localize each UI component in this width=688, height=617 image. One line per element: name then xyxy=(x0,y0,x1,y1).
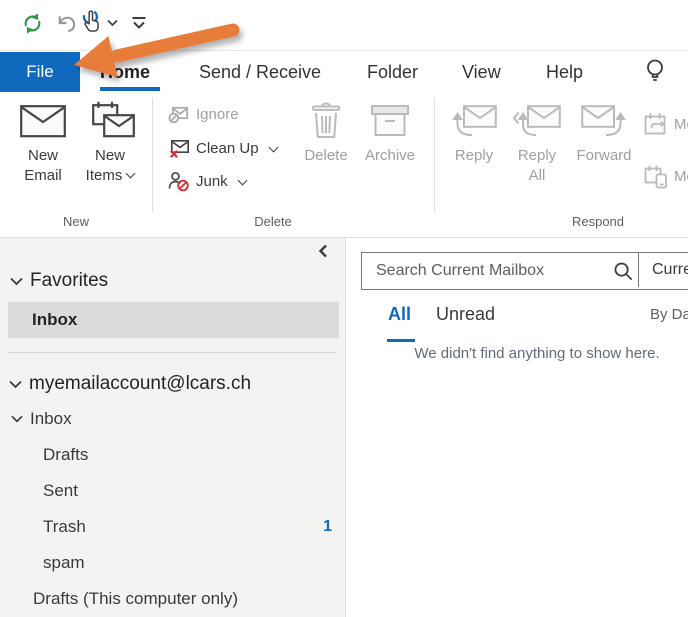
tab-file[interactable]: File xyxy=(0,52,80,92)
send-receive-sync-icon[interactable] xyxy=(21,12,44,35)
junk-dropdown-chevron-icon xyxy=(237,175,247,185)
folder-sent-label: Sent xyxy=(43,481,78,501)
chevron-down-icon xyxy=(11,415,23,423)
account-header[interactable]: myemailaccount@lcars.ch xyxy=(9,373,251,395)
clean-up-button[interactable]: Clean Up xyxy=(168,138,277,159)
tab-folder[interactable]: Folder xyxy=(367,52,418,92)
delete-label: Delete xyxy=(304,146,347,166)
folder-item-trash[interactable]: Trash xyxy=(43,515,86,539)
ribbon-tab-strip: File Home Send / Receive Folder View Hel… xyxy=(0,52,688,92)
chevron-down-icon xyxy=(9,380,22,389)
meeting-label: Meeting xyxy=(674,116,688,133)
folder-item-inbox[interactable]: Inbox xyxy=(11,407,72,431)
tab-send-receive[interactable]: Send / Receive xyxy=(199,52,321,92)
tell-me-lightbulb-icon[interactable] xyxy=(644,58,666,86)
junk-label: Junk xyxy=(196,173,228,190)
filter-tab-all[interactable]: All xyxy=(388,304,411,325)
junk-button[interactable]: Junk xyxy=(168,171,246,192)
archive-label: Archive xyxy=(365,146,415,166)
tab-view[interactable]: View xyxy=(462,52,501,92)
ignore-button[interactable]: Ignore xyxy=(168,104,239,125)
forward-icon xyxy=(581,96,627,146)
junk-icon xyxy=(168,171,190,192)
folder-item-drafts-this-computer[interactable]: Drafts (This computer only) xyxy=(33,587,238,611)
folder-drafts-this-computer-label: Drafts (This computer only) xyxy=(33,589,238,609)
trash-unread-count-badge: 1 xyxy=(312,515,332,539)
new-items-dropdown-chevron-icon xyxy=(126,169,136,179)
folder-item-spam[interactable]: spam xyxy=(43,551,85,575)
delete-button[interactable]: Delete xyxy=(298,96,354,214)
delete-trash-icon xyxy=(309,96,343,146)
forward-label: Forward xyxy=(576,146,631,166)
archive-box-icon xyxy=(370,96,410,146)
clean-up-label: Clean Up xyxy=(196,140,259,157)
new-items-label: New Items xyxy=(82,146,138,186)
favorites-header[interactable]: Favorites xyxy=(10,270,108,292)
sort-by-date-dropdown[interactable]: By Date xyxy=(650,306,688,323)
reply-label: Reply xyxy=(455,146,493,166)
reply-all-icon xyxy=(513,96,561,146)
search-scope-dropdown[interactable]: Current Mailbox xyxy=(652,253,688,287)
more-respond-button[interactable]: More xyxy=(644,164,688,189)
touch-mode-dropdown-chevron-icon[interactable] xyxy=(107,19,118,27)
favorites-label: Favorites xyxy=(30,270,108,292)
search-magnifier-icon[interactable] xyxy=(612,260,635,283)
folder-spam-label: spam xyxy=(43,553,85,573)
touch-mouse-mode-icon[interactable] xyxy=(80,8,105,35)
reply-icon xyxy=(451,96,497,146)
folder-trash-label: Trash xyxy=(43,517,86,537)
ignore-label: Ignore xyxy=(196,106,239,123)
folder-item-drafts[interactable]: Drafts xyxy=(43,443,88,467)
folder-drafts-label: Drafts xyxy=(43,445,88,465)
forward-button[interactable]: Forward xyxy=(572,96,636,214)
empty-folder-message: We didn't find anything to show here. xyxy=(387,345,687,362)
clean-up-dropdown-chevron-icon xyxy=(268,142,278,152)
meeting-button[interactable]: Meeting xyxy=(644,112,688,137)
new-email-envelope-icon xyxy=(20,96,66,146)
chevron-down-icon xyxy=(10,277,23,286)
account-label: myemailaccount@lcars.ch xyxy=(29,373,251,395)
search-bar: Current Mailbox xyxy=(361,252,688,290)
more-respond-label: More xyxy=(674,168,688,185)
filter-tab-unread[interactable]: Unread xyxy=(436,304,495,325)
search-input[interactable] xyxy=(374,253,598,289)
group-divider xyxy=(434,98,435,212)
archive-button[interactable]: Archive xyxy=(358,96,422,214)
message-list-pane: Current Mailbox All Unread By Date We di… xyxy=(347,238,688,617)
undo-icon[interactable] xyxy=(54,12,77,35)
search-scope-divider xyxy=(638,253,639,287)
tab-home[interactable]: Home xyxy=(100,52,150,92)
reply-button[interactable]: Reply xyxy=(448,96,500,214)
favorites-inbox-item-selected[interactable]: Inbox xyxy=(8,302,339,338)
active-tab-underline xyxy=(100,87,160,91)
ignore-icon xyxy=(168,104,190,125)
reply-all-label: Reply All xyxy=(514,146,560,186)
sidebar-divider xyxy=(8,352,337,353)
folder-inbox-label: Inbox xyxy=(30,409,72,429)
folder-pane: Favorites Inbox myemailaccount@lcars.ch … xyxy=(0,238,346,617)
customize-quick-access-toolbar-icon[interactable] xyxy=(130,15,148,32)
group-label-respond: Respond xyxy=(448,214,688,229)
new-email-label: New Email xyxy=(19,146,67,186)
active-filter-underline xyxy=(387,339,415,342)
group-label-new: New xyxy=(10,214,142,229)
new-items-icon xyxy=(85,96,135,146)
meeting-icon xyxy=(644,112,668,137)
collapse-folder-pane-chevron-icon[interactable] xyxy=(318,244,328,258)
titlebar-divider xyxy=(0,50,688,51)
outlook-window: File Home Send / Receive Folder View Hel… xyxy=(0,0,688,617)
new-email-button[interactable]: New Email xyxy=(12,96,74,214)
reply-all-button[interactable]: Reply All xyxy=(510,96,564,214)
quick-access-toolbar xyxy=(0,0,688,50)
group-label-delete: Delete xyxy=(168,214,378,229)
favorites-inbox-label: Inbox xyxy=(32,310,77,330)
clean-up-icon xyxy=(168,138,190,159)
group-divider xyxy=(152,98,153,212)
tab-help[interactable]: Help xyxy=(546,52,583,92)
new-items-button[interactable]: New Items xyxy=(78,96,142,214)
more-respond-icon xyxy=(644,164,668,189)
folder-item-sent[interactable]: Sent xyxy=(43,479,78,503)
ribbon: New Email New Items New xyxy=(0,92,688,237)
